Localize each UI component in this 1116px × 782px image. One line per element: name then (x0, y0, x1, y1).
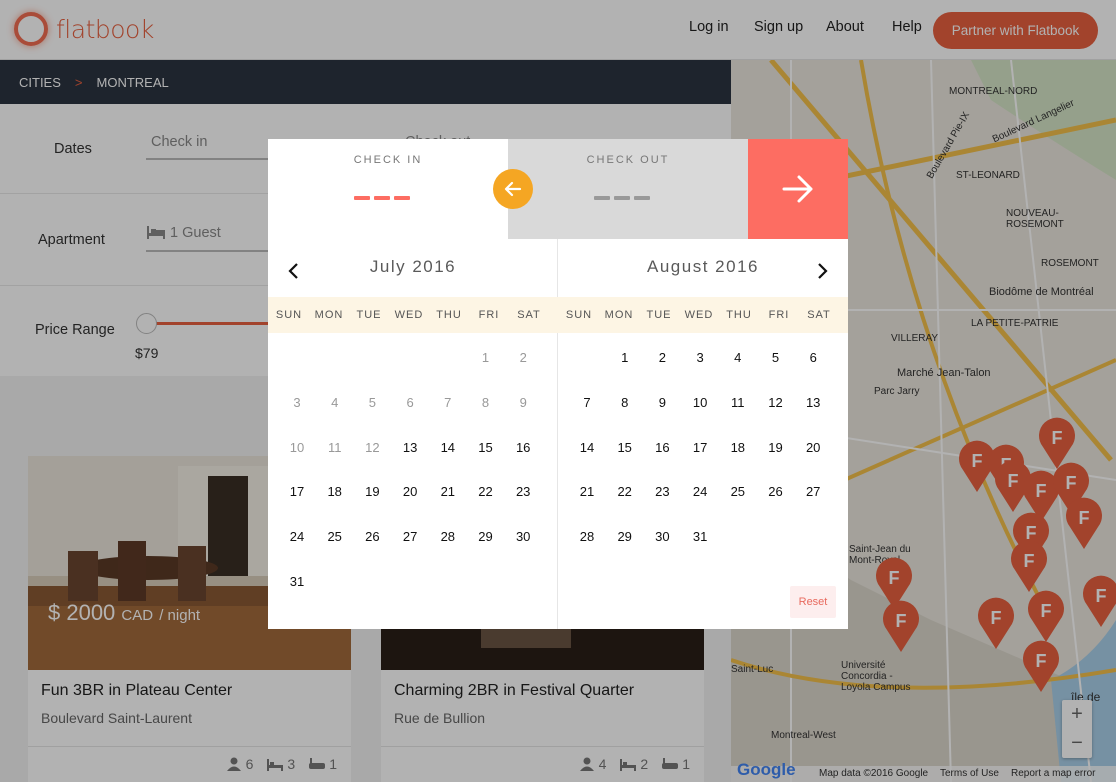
calendar-day[interactable]: 1 (607, 347, 643, 369)
calendar-day[interactable]: 16 (644, 437, 680, 459)
calendar-day[interactable]: 25 (317, 526, 353, 548)
calendar-day[interactable]: 27 (392, 526, 428, 548)
calendar-day[interactable]: 12 (758, 392, 794, 414)
weekday-label: MON (604, 309, 634, 321)
calendar-day: 12 (365, 439, 380, 455)
calendar-day[interactable]: 28 (430, 526, 466, 548)
calendar-day[interactable]: 30 (644, 526, 680, 548)
calendar-day[interactable]: 23 (505, 481, 541, 503)
calendar-day[interactable]: 11 (720, 392, 756, 414)
calendar-month-august: August 2016 SUN MON TUE WED THU FRI SAT 123456… (558, 239, 848, 629)
calendar-day[interactable]: 22 (468, 481, 504, 503)
calendar-day[interactable]: 26 (354, 526, 390, 548)
check-in-panel[interactable]: CHECK IN (268, 139, 508, 239)
calendar-day[interactable]: 19 (354, 481, 390, 503)
calendar-day[interactable]: 17 (682, 437, 718, 459)
weekday-label: WED (394, 309, 424, 321)
calendar-day[interactable]: 4 (720, 347, 756, 369)
weekday-header: SUN MON TUE WED THU FRI SAT (268, 297, 558, 333)
arrow-left-icon (504, 181, 522, 197)
calendar-day[interactable]: 18 (720, 437, 756, 459)
weekday-label: MON (314, 309, 344, 321)
back-arrow-button[interactable] (493, 169, 533, 209)
calendar-day[interactable]: 7 (569, 392, 605, 414)
calendar-day[interactable]: 17 (279, 481, 315, 503)
check-out-panel[interactable]: CHECK OUT (508, 139, 748, 239)
weekday-label: FRI (478, 309, 500, 321)
calendar-day[interactable]: 19 (758, 437, 794, 459)
calendar-day[interactable]: 20 (795, 437, 831, 459)
calendar-day[interactable]: 31 (279, 571, 315, 593)
check-in-label: CHECK IN (353, 154, 423, 166)
calendar-day: 10 (289, 439, 305, 455)
calendar-day[interactable]: 27 (795, 481, 831, 503)
calendar-day[interactable]: 16 (505, 437, 541, 459)
calendar-day: 1 (481, 350, 490, 365)
calendar-day[interactable]: 8 (607, 392, 643, 414)
month-title: August 2016 (647, 257, 759, 276)
calendar-day[interactable]: 10 (682, 392, 718, 414)
calendar-day: 3 (293, 394, 301, 410)
weekday-label: SAT (807, 309, 831, 321)
calendar-day[interactable]: 22 (607, 481, 643, 503)
calendar-day[interactable]: 18 (317, 481, 353, 503)
calendar-day: 5 (368, 394, 376, 410)
calendar-day: 6 (406, 394, 414, 410)
calendar-day[interactable]: 2 (644, 347, 680, 369)
calendar-day[interactable]: 26 (758, 481, 794, 503)
calendar-day[interactable]: 9 (644, 392, 680, 414)
calendar-day[interactable]: 5 (758, 347, 794, 369)
calendar-day: 4 (331, 394, 339, 410)
calendar-day[interactable]: 14 (569, 437, 605, 459)
calendar-day[interactable]: 30 (505, 526, 541, 548)
arrow-right-icon (782, 175, 813, 203)
check-out-label: CHECK OUT (586, 154, 670, 166)
calendar-day[interactable]: 28 (569, 526, 605, 548)
weekday-label: FRI (768, 309, 790, 321)
calendar-day[interactable]: 13 (795, 392, 831, 414)
calendar-day[interactable]: 25 (720, 481, 756, 503)
weekday-label: THU (726, 309, 752, 321)
calendar-day: 7 (444, 394, 452, 410)
weekday-label: SUN (275, 309, 303, 321)
date-picker-modal: CHECK IN CHECK OUT July 2016 SUN MON TUE WE… (268, 139, 848, 629)
weekday-label: SAT (517, 309, 541, 321)
calendar-day[interactable]: 29 (607, 526, 643, 548)
calendar-day[interactable]: 6 (795, 347, 831, 369)
calendar-day[interactable]: 21 (430, 481, 466, 503)
calendar-day[interactable]: 13 (392, 437, 428, 459)
calendar-day[interactable]: 29 (468, 526, 504, 548)
check-out-empty-dashes (594, 196, 650, 200)
calendar-day: 2 (519, 350, 527, 365)
calendar-day: 8 (481, 394, 490, 410)
next-arrow-button[interactable] (748, 139, 848, 239)
calendar-day[interactable]: 24 (279, 526, 315, 548)
weekday-header: SUN MON TUE WED THU FRI SAT (558, 297, 848, 333)
calendar-day[interactable]: 14 (430, 437, 466, 459)
calendar-day[interactable]: 15 (468, 437, 504, 459)
calendar-day[interactable]: 15 (607, 437, 643, 459)
calendar-day: 9 (519, 394, 527, 410)
check-in-empty-dashes (354, 196, 410, 200)
weekday-label: TUE (356, 309, 382, 321)
weekday-label: SUN (565, 309, 593, 321)
calendar-day: 11 (327, 439, 342, 455)
calendar-day[interactable]: 23 (644, 481, 680, 503)
calendar-day[interactable]: 31 (682, 526, 718, 548)
reset-button[interactable]: Reset (790, 586, 836, 618)
calendar-day[interactable]: 24 (682, 481, 718, 503)
calendar-day[interactable]: 21 (569, 481, 605, 503)
calendar-month-july: July 2016 SUN MON TUE WED THU FRI SAT 12345678… (268, 239, 558, 629)
calendar-day[interactable]: 3 (682, 347, 718, 369)
weekday-label: THU (436, 309, 462, 321)
calendar-day[interactable]: 20 (392, 481, 428, 503)
month-title: July 2016 (369, 257, 457, 276)
weekday-label: WED (684, 309, 714, 321)
weekday-label: TUE (646, 309, 672, 321)
